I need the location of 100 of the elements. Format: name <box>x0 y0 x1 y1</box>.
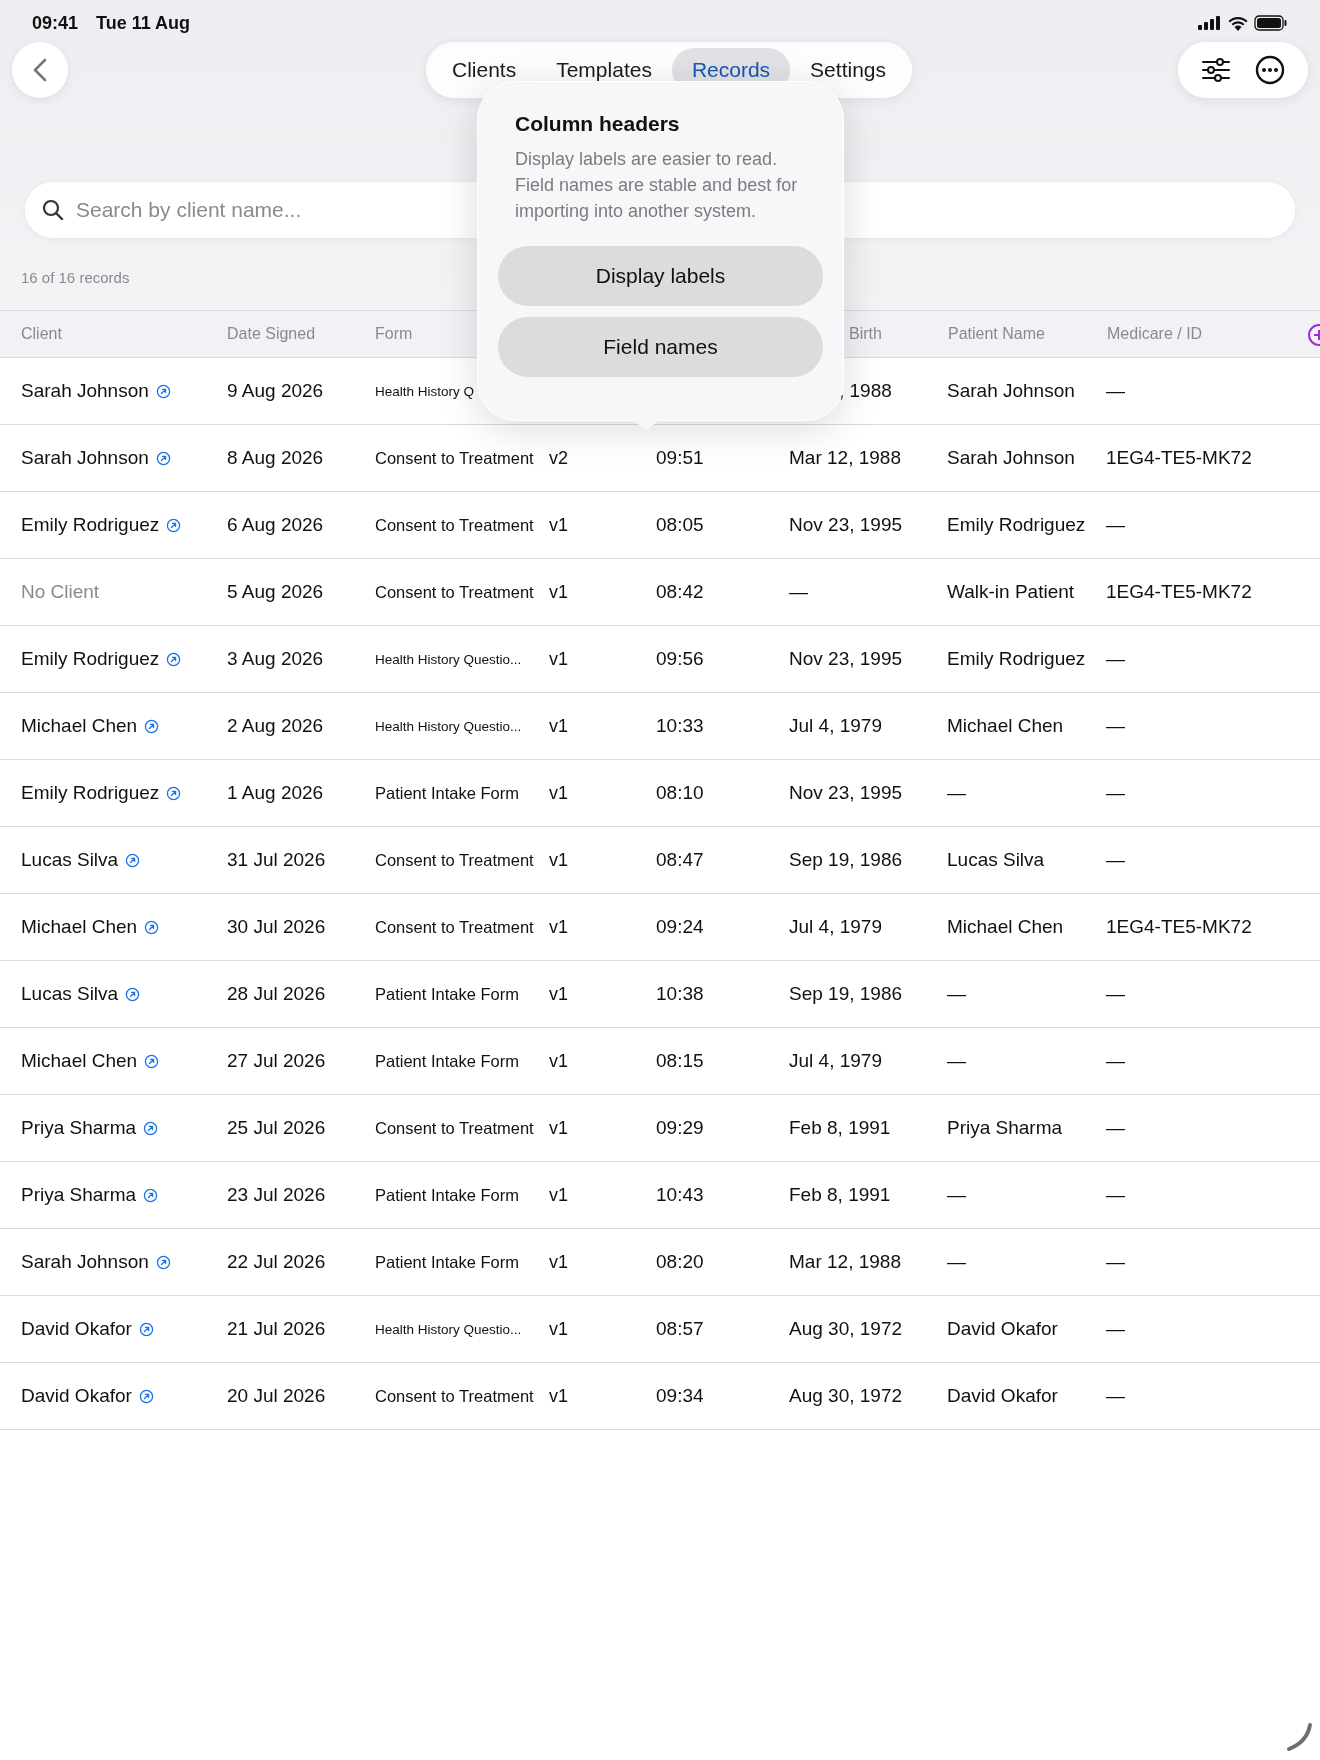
date-signed: 9 Aug 2026 <box>227 379 324 401</box>
patient-name: Michael Chen <box>947 714 1064 736</box>
form-name: Patient Intake Form <box>375 783 519 802</box>
form-version: v1 <box>549 715 568 736</box>
tab[interactable]: Settings <box>790 48 906 92</box>
patient-name: — <box>947 781 966 803</box>
form-version: v1 <box>549 1117 568 1138</box>
client-name[interactable]: Lucas Silva <box>21 979 119 1009</box>
client-name[interactable]: David Okafor <box>21 1314 132 1344</box>
time-signed: 09:34 <box>656 1384 704 1406</box>
date-signed: 3 Aug 2026 <box>227 647 324 669</box>
patient-name: Walk-in Patient <box>947 580 1075 602</box>
date-of-birth: Mar 12, 1988 <box>789 446 901 468</box>
medicare-id: 1EG4-TE5-MK72 <box>1106 915 1252 937</box>
medicare-id: — <box>1106 1317 1125 1339</box>
patient-name: — <box>947 982 966 1004</box>
medicare-id: — <box>1106 781 1125 803</box>
client-name[interactable]: Emily Rodriguez <box>21 778 160 808</box>
time-signed: 08:42 <box>656 580 704 602</box>
client-name[interactable]: Emily Rodriguez <box>21 510 160 540</box>
time-signed: 09:51 <box>656 446 704 468</box>
date-signed: 25 Jul 2026 <box>227 1116 326 1138</box>
time-signed: 10:38 <box>656 982 704 1004</box>
medicare-id: — <box>1106 513 1125 535</box>
tab[interactable]: Clients <box>432 48 537 92</box>
date-of-birth: Feb 8, 1991 <box>789 1116 891 1138</box>
patient-name: Lucas Silva <box>947 848 1045 870</box>
form-version: v1 <box>549 983 568 1004</box>
patient-name: — <box>947 1049 966 1071</box>
medicare-id: — <box>1106 1049 1125 1071</box>
client-name[interactable]: Sarah Johnson <box>21 443 149 473</box>
more-icon <box>1255 55 1285 85</box>
form-name: Patient Intake Form <box>375 1252 519 1271</box>
time-signed: 08:47 <box>656 848 704 870</box>
medicare-id: — <box>1106 647 1125 669</box>
medicare-id: — <box>1106 1250 1125 1272</box>
date-signed: 23 Jul 2026 <box>227 1183 326 1205</box>
sliders-icon <box>1202 58 1230 82</box>
wifi-icon <box>1228 15 1248 31</box>
medicare-id: — <box>1106 848 1125 870</box>
client-name[interactable]: Michael Chen <box>21 711 138 741</box>
time-signed: 08:05 <box>656 513 704 535</box>
date-of-birth: Sep 19, 1986 <box>789 848 903 870</box>
form-name: Consent to Treatment <box>375 917 534 936</box>
form-name: Health History Q <box>375 384 475 399</box>
date-of-birth: Aug 30, 1972 <box>789 1384 903 1406</box>
client-name[interactable]: Michael Chen <box>21 1046 138 1076</box>
form-version: v1 <box>549 648 568 669</box>
option-button[interactable]: Display labels <box>498 245 823 306</box>
medicare-id: — <box>1106 379 1125 401</box>
form-name: Patient Intake Form <box>375 1051 519 1070</box>
record-count: 16 of 16 records <box>21 269 130 286</box>
date-of-birth: — <box>789 580 808 602</box>
form-version: v1 <box>549 1184 568 1205</box>
option-button[interactable]: Field names <box>498 316 823 377</box>
client-name[interactable]: Priya Sharma <box>21 1113 137 1143</box>
form-name: Consent to Treatment <box>375 1118 534 1137</box>
form-version: v1 <box>549 916 568 937</box>
client-name[interactable]: Lucas Silva <box>21 845 119 875</box>
client-name[interactable]: Sarah Johnson <box>21 1247 149 1277</box>
time-signed: 10:43 <box>656 1183 704 1205</box>
patient-name: Sarah Johnson <box>947 379 1075 401</box>
form-name: Consent to Treatment <box>375 448 534 467</box>
form-version: v2 <box>549 447 568 468</box>
client-name[interactable]: Michael Chen <box>21 912 138 942</box>
search-icon <box>42 199 64 221</box>
date-signed: 28 Jul 2026 <box>227 982 326 1004</box>
date-signed: 21 Jul 2026 <box>227 1317 326 1339</box>
time-signed: 09:56 <box>656 647 704 669</box>
client-name[interactable]: Emily Rodriguez <box>21 644 160 674</box>
time-signed: 08:10 <box>656 781 704 803</box>
patient-name: Emily Rodriguez <box>947 647 1086 669</box>
form-name: Health History Questio... <box>375 1322 522 1337</box>
patient-name: David Okafor <box>947 1317 1058 1339</box>
form-version: v1 <box>549 1385 568 1406</box>
client-name[interactable]: Sarah Johnson <box>21 376 149 406</box>
medicare-id: — <box>1106 714 1125 736</box>
form-version: v1 <box>549 1318 568 1339</box>
medicare-id: 1EG4-TE5-MK72 <box>1106 446 1252 468</box>
form-version: v1 <box>549 782 568 803</box>
date-signed: 20 Jul 2026 <box>227 1384 326 1406</box>
form-name: Consent to Treatment <box>375 582 534 601</box>
client-name[interactable]: David Okafor <box>21 1381 132 1411</box>
patient-name: David Okafor <box>947 1384 1058 1406</box>
medicare-id: 1EG4-TE5-MK72 <box>1106 580 1252 602</box>
time-signed: 09:29 <box>656 1116 704 1138</box>
status-time: 09:41 <box>32 11 79 35</box>
back-chevron-icon <box>33 58 47 82</box>
medicare-id: — <box>1106 982 1125 1004</box>
client-name[interactable]: Priya Sharma <box>21 1180 137 1210</box>
date-of-birth: Nov 23, 1995 <box>789 647 903 669</box>
back-button[interactable] <box>12 42 68 98</box>
form-version: v1 <box>549 581 568 602</box>
date-of-birth: Nov 23, 1995 <box>789 781 903 803</box>
tab[interactable]: Templates <box>536 48 672 92</box>
date-of-birth: Sep 19, 1986 <box>789 982 903 1004</box>
patient-name: Emily Rodriguez <box>947 513 1086 535</box>
date-signed: 31 Jul 2026 <box>227 848 326 870</box>
form-version: v1 <box>549 849 568 870</box>
time-signed: 08:15 <box>656 1049 704 1071</box>
